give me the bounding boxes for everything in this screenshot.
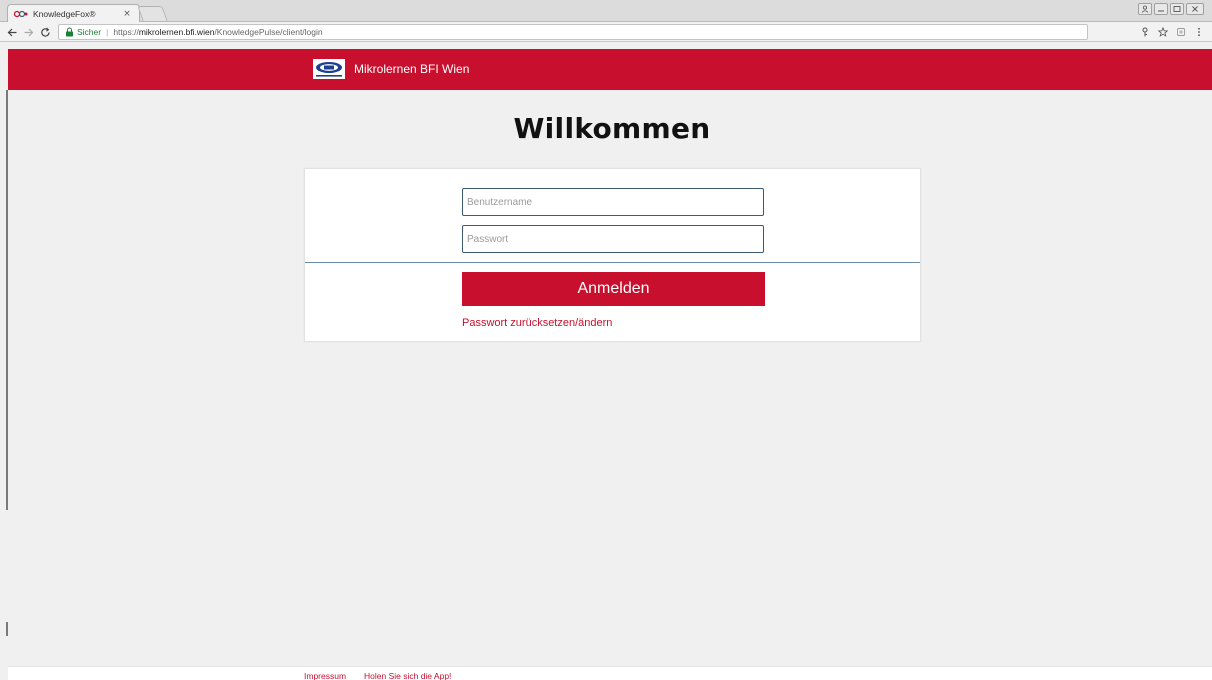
login-card: Anmelden Passwort zurücksetzen/ändern bbox=[304, 168, 921, 342]
card-divider bbox=[305, 262, 920, 263]
bookmark-star-icon[interactable] bbox=[1156, 24, 1170, 40]
login-button[interactable]: Anmelden bbox=[462, 272, 765, 306]
browser-menu-icon[interactable] bbox=[1192, 24, 1206, 40]
get-app-link[interactable]: Holen Sie sich die App! bbox=[364, 671, 451, 680]
url-prefix: https:// bbox=[113, 27, 139, 37]
footer: Impressum Holen Sie sich die App! bbox=[8, 666, 1212, 680]
left-edge-divider-lower bbox=[6, 622, 8, 636]
window-close-icon[interactable] bbox=[1186, 3, 1204, 15]
page-title: Willkommen bbox=[513, 112, 711, 145]
brand[interactable]: Mikrolernen BFI Wien bbox=[313, 59, 469, 79]
username-input[interactable] bbox=[462, 188, 764, 216]
toolbar-actions bbox=[1138, 24, 1206, 40]
key-icon[interactable] bbox=[1138, 24, 1152, 40]
lock-icon bbox=[66, 27, 73, 37]
brand-name: Mikrolernen BFI Wien bbox=[354, 62, 470, 76]
url-host: mikrolernen.bfi.wien bbox=[138, 27, 215, 37]
bfi-logo-icon bbox=[313, 59, 345, 79]
url-separator: | bbox=[106, 27, 109, 37]
tab-close-icon[interactable]: × bbox=[121, 9, 133, 19]
window-controls bbox=[1138, 3, 1204, 15]
password-reset-link[interactable]: Passwort zurücksetzen/ändern bbox=[462, 317, 612, 329]
browser-tab[interactable]: KnowledgeFox® × bbox=[7, 4, 140, 22]
secure-label: Sicher bbox=[77, 27, 102, 37]
back-arrow-icon[interactable] bbox=[4, 24, 20, 40]
minimize-icon[interactable] bbox=[1154, 3, 1168, 15]
forward-arrow-icon[interactable] bbox=[20, 24, 36, 40]
app-header: Mikrolernen BFI Wien bbox=[8, 49, 1212, 90]
reload-icon[interactable] bbox=[37, 24, 53, 40]
browser-tabstrip: KnowledgeFox® × bbox=[0, 0, 1212, 22]
tab-title: KnowledgeFox® bbox=[33, 8, 96, 19]
browser-toolbar: Sicher | https://mikrolernen.bfi.wien/Kn… bbox=[0, 22, 1212, 42]
user-profile-icon[interactable] bbox=[1138, 3, 1152, 15]
address-bar[interactable]: Sicher | https://mikrolernen.bfi.wien/Kn… bbox=[58, 24, 1088, 40]
maximize-icon[interactable] bbox=[1170, 3, 1184, 15]
extension-icon[interactable] bbox=[1174, 24, 1188, 40]
url-text[interactable]: https://mikrolernen.bfi.wien/KnowledgePu… bbox=[113, 27, 322, 37]
knowledgefox-favicon-icon bbox=[14, 10, 28, 18]
new-tab-button[interactable] bbox=[137, 6, 168, 21]
url-path: /KnowledgePulse/client/login bbox=[214, 27, 323, 37]
impressum-link[interactable]: Impressum bbox=[304, 671, 346, 680]
left-edge-divider bbox=[6, 90, 8, 510]
password-input[interactable] bbox=[462, 225, 764, 253]
